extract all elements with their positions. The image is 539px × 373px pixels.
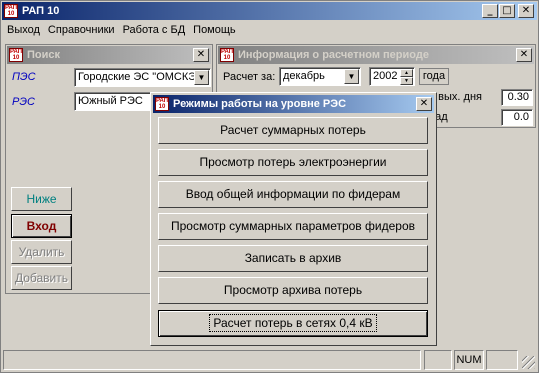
close-button[interactable]: ✕ bbox=[518, 4, 534, 18]
modes-dialog-titlebar[interactable]: РАП 10 Режимы работы на уровне РЭС ✕ bbox=[153, 95, 434, 113]
resize-grip-icon[interactable] bbox=[522, 356, 535, 369]
panel-icon: РАП 10 bbox=[9, 48, 23, 62]
spin-up-icon[interactable]: ▲ bbox=[400, 69, 413, 77]
modes-dialog-title: Режимы работы на уровне РЭС bbox=[173, 98, 347, 110]
menu-references[interactable]: Справочники bbox=[44, 22, 119, 40]
pes-label: ПЭС bbox=[12, 71, 36, 83]
spin-down-icon[interactable]: ▼ bbox=[400, 77, 413, 85]
holiday-value-field[interactable]: 0.30 bbox=[501, 89, 533, 106]
modes-dialog-close-button[interactable]: ✕ bbox=[416, 97, 432, 111]
chevron-down-icon[interactable]: ▼ bbox=[344, 69, 359, 84]
chevron-down-icon[interactable]: ▼ bbox=[194, 70, 209, 85]
calc-total-losses-button[interactable]: Расчет суммарных потерь bbox=[158, 117, 428, 144]
period-panel-close-button[interactable]: ✕ bbox=[516, 48, 532, 62]
calc-04kv-losses-label: Расчет потерь в сетях 0,4 кВ bbox=[209, 314, 377, 332]
menu-help[interactable]: Помощь bbox=[189, 22, 240, 40]
dialog-icon: РАП 10 bbox=[155, 97, 169, 111]
view-energy-losses-button[interactable]: Просмотр потерь электроэнергии bbox=[158, 149, 428, 176]
down-button[interactable]: Ниже bbox=[11, 187, 72, 211]
res-select-value: Южный РЭС bbox=[78, 95, 143, 107]
res-label: РЭС bbox=[12, 96, 35, 108]
search-panel-title: Поиск bbox=[27, 49, 61, 61]
app-title: РАП 10 bbox=[22, 5, 60, 17]
view-feeder-params-button[interactable]: Просмотр суммарных параметров фидеров bbox=[158, 213, 428, 240]
month-select[interactable]: декабрь ▼ bbox=[279, 67, 361, 86]
app-titlebar[interactable]: РАП 10 РАП 10 _ □ ✕ bbox=[2, 2, 537, 20]
period-panel-title: Информация о расчетном периоде bbox=[238, 49, 429, 61]
main-window: РАП 10 РАП 10 _ □ ✕ Выход Справочники Ра… bbox=[0, 0, 539, 373]
status-scroll bbox=[486, 350, 518, 370]
search-panel-close-button[interactable]: ✕ bbox=[193, 48, 209, 62]
year-spinner[interactable]: 2002 ▲ ▼ bbox=[369, 67, 415, 86]
status-num: NUM bbox=[454, 350, 484, 370]
pes-select-value: Городские ЭС "ОМСКЭ bbox=[78, 71, 197, 83]
period-panel-titlebar[interactable]: РАП 10 Информация о расчетном периоде ✕ bbox=[218, 46, 534, 64]
year-suffix-label: года bbox=[419, 68, 449, 85]
menu-bar: Выход Справочники Работа с БД Помощь bbox=[3, 22, 240, 40]
app-icon: РАП 10 bbox=[4, 4, 18, 18]
pes-select[interactable]: Городские ЭС "ОМСКЭ ▼ bbox=[74, 68, 211, 87]
year-value: 2002 bbox=[373, 70, 398, 82]
minimize-button[interactable]: _ bbox=[482, 4, 498, 18]
menu-database[interactable]: Работа с БД bbox=[119, 22, 190, 40]
maximize-button[interactable]: □ bbox=[499, 4, 515, 18]
delete-button[interactable]: Удалить bbox=[11, 240, 72, 264]
menu-exit[interactable]: Выход bbox=[3, 22, 44, 40]
enter-button[interactable]: Вход bbox=[11, 214, 72, 238]
degree-value-field[interactable]: 0.0 bbox=[501, 109, 533, 126]
search-panel-titlebar[interactable]: РАП 10 Поиск ✕ bbox=[7, 46, 211, 64]
feeder-info-input-button[interactable]: Ввод общей информации по фидерам bbox=[158, 181, 428, 208]
status-main bbox=[3, 350, 421, 370]
panel-icon: РАП 10 bbox=[220, 48, 234, 62]
calc-04kv-losses-button[interactable]: Расчет потерь в сетях 0,4 кВ bbox=[158, 310, 428, 337]
view-archive-button[interactable]: Просмотр архива потерь bbox=[158, 277, 428, 304]
save-archive-button[interactable]: Записать в архив bbox=[158, 245, 428, 272]
status-caps bbox=[424, 350, 452, 370]
add-button[interactable]: Добавить bbox=[11, 266, 72, 290]
month-select-value: декабрь bbox=[283, 70, 325, 82]
calc-for-label: Расчет за: bbox=[223, 71, 276, 83]
